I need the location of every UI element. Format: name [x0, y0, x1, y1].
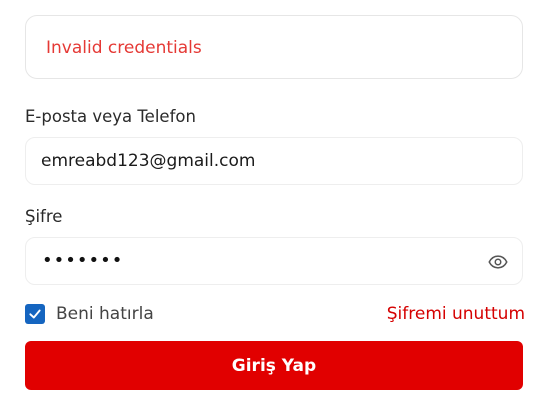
eye-icon[interactable] [488, 252, 508, 272]
password-field[interactable]: ••••••• [25, 237, 523, 285]
error-alert: Invalid credentials [25, 15, 523, 79]
remember-label[interactable]: Beni hatırla [56, 304, 154, 324]
checkmark-icon [29, 309, 41, 319]
remember-checkbox[interactable] [25, 304, 45, 324]
login-form: Invalid credentials E-posta veya Telefon… [0, 0, 553, 405]
remember-me[interactable]: Beni hatırla [25, 304, 154, 324]
password-value[interactable]: ••••••• [42, 249, 123, 273]
password-label: Şifre [25, 207, 63, 226]
email-value[interactable]: emreabd123@gmail.com [41, 150, 255, 172]
login-button[interactable]: Giriş Yap [25, 341, 523, 390]
email-label: E-posta veya Telefon [25, 107, 196, 126]
error-message: Invalid credentials [46, 38, 202, 58]
email-field[interactable]: emreabd123@gmail.com [25, 137, 523, 185]
forgot-password-link[interactable]: Şifremi unuttum [387, 303, 525, 325]
